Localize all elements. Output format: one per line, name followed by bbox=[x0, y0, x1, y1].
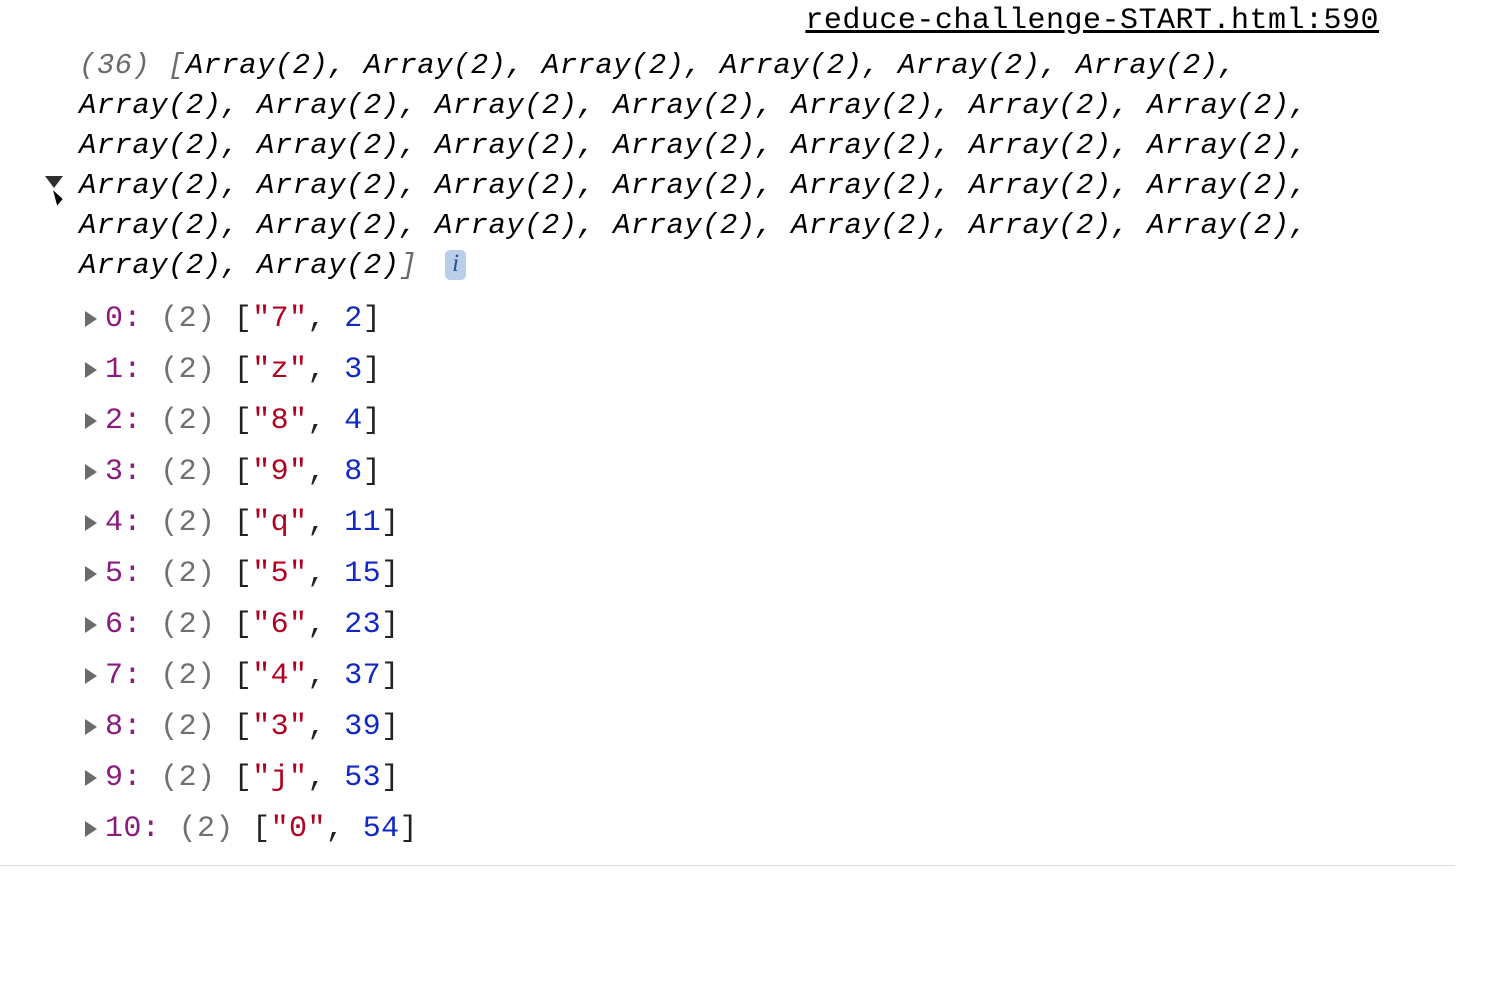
entry-key: "7" bbox=[252, 302, 307, 336]
entry-index: 1: bbox=[105, 353, 142, 387]
entry-value: 3 bbox=[344, 353, 362, 387]
expand-triangle-icon[interactable] bbox=[85, 719, 97, 735]
entry-index: 2: bbox=[105, 404, 142, 438]
entry-value: 37 bbox=[344, 659, 381, 693]
entry-index: 0: bbox=[105, 302, 142, 336]
array-entry[interactable]: 10: (2) ["0", 54] bbox=[85, 804, 1385, 855]
array-entry[interactable]: 4: (2) ["q", 11] bbox=[85, 498, 1385, 549]
expand-triangle-icon[interactable] bbox=[85, 413, 97, 429]
expand-triangle-icon[interactable] bbox=[85, 821, 97, 837]
array-entry[interactable]: 8: (2) ["3", 39] bbox=[85, 702, 1385, 753]
array-summary-items: Array(2), Array(2), Array(2), Array(2), … bbox=[79, 49, 1307, 282]
source-link[interactable]: reduce-challenge-START.html:590 bbox=[45, 4, 1379, 38]
entry-index: 6: bbox=[105, 608, 142, 642]
entry-value: 8 bbox=[344, 455, 362, 489]
entry-index: 3: bbox=[105, 455, 142, 489]
entry-key: "z" bbox=[252, 353, 307, 387]
expand-triangle-icon[interactable] bbox=[85, 668, 97, 684]
entry-length: (2) bbox=[160, 761, 215, 795]
entry-key: "4" bbox=[252, 659, 307, 693]
entry-length: (2) bbox=[160, 302, 215, 336]
expand-triangle-icon[interactable] bbox=[85, 464, 97, 480]
array-entry[interactable]: 1: (2) ["z", 3] bbox=[85, 345, 1385, 396]
array-length: (36) bbox=[79, 49, 150, 82]
console-log-entry: reduce-challenge-START.html:590 (36) [Ar… bbox=[45, 4, 1385, 855]
expand-triangle-icon[interactable] bbox=[85, 566, 97, 582]
array-entry[interactable]: 5: (2) ["5", 15] bbox=[85, 549, 1385, 600]
entry-length: (2) bbox=[179, 812, 234, 846]
entry-value: 15 bbox=[344, 557, 381, 591]
entry-length: (2) bbox=[160, 659, 215, 693]
entry-index: 9: bbox=[105, 761, 142, 795]
entry-key: "0" bbox=[271, 812, 326, 846]
entry-length: (2) bbox=[160, 455, 215, 489]
entry-length: (2) bbox=[160, 506, 215, 540]
entry-value: 54 bbox=[363, 812, 400, 846]
array-entry[interactable]: 3: (2) ["9", 8] bbox=[85, 447, 1385, 498]
entry-key: "j" bbox=[252, 761, 307, 795]
entry-length: (2) bbox=[160, 404, 215, 438]
entry-key: "8" bbox=[252, 404, 307, 438]
expand-triangle-icon[interactable] bbox=[85, 362, 97, 378]
array-summary[interactable]: (36) [Array(2), Array(2), Array(2), Arra… bbox=[45, 46, 1385, 286]
divider bbox=[0, 865, 1455, 866]
entry-key: "5" bbox=[252, 557, 307, 591]
expand-triangle-icon[interactable] bbox=[85, 311, 97, 327]
array-entry[interactable]: 2: (2) ["8", 4] bbox=[85, 396, 1385, 447]
expand-triangle-icon[interactable] bbox=[85, 770, 97, 786]
entry-value: 4 bbox=[344, 404, 362, 438]
info-icon[interactable]: i bbox=[445, 250, 466, 280]
entry-index: 5: bbox=[105, 557, 142, 591]
entry-index: 7: bbox=[105, 659, 142, 693]
array-entry[interactable]: 6: (2) ["6", 23] bbox=[85, 600, 1385, 651]
expand-triangle-icon[interactable] bbox=[85, 515, 97, 531]
entry-value: 53 bbox=[344, 761, 381, 795]
entry-length: (2) bbox=[160, 353, 215, 387]
entry-value: 11 bbox=[344, 506, 381, 540]
entry-length: (2) bbox=[160, 557, 215, 591]
entry-value: 23 bbox=[344, 608, 381, 642]
expand-toggle-icon[interactable] bbox=[45, 176, 63, 188]
expand-triangle-icon[interactable] bbox=[85, 617, 97, 633]
entry-key: "6" bbox=[252, 608, 307, 642]
entry-index: 4: bbox=[105, 506, 142, 540]
entry-length: (2) bbox=[160, 608, 215, 642]
array-entry[interactable]: 9: (2) ["j", 53] bbox=[85, 753, 1385, 804]
mouse-cursor-icon bbox=[53, 188, 64, 205]
entry-index: 10: bbox=[105, 812, 160, 846]
array-entry[interactable]: 7: (2) ["4", 37] bbox=[85, 651, 1385, 702]
entry-index: 8: bbox=[105, 710, 142, 744]
entry-value: 39 bbox=[344, 710, 381, 744]
array-entry[interactable]: 0: (2) ["7", 2] bbox=[85, 294, 1385, 345]
entry-key: "9" bbox=[252, 455, 307, 489]
entry-key: "q" bbox=[252, 506, 307, 540]
entry-value: 2 bbox=[344, 302, 362, 336]
entry-length: (2) bbox=[160, 710, 215, 744]
expanded-entries: 0: (2) ["7", 2]1: (2) ["z", 3]2: (2) ["8… bbox=[45, 294, 1385, 855]
entry-key: "3" bbox=[252, 710, 307, 744]
